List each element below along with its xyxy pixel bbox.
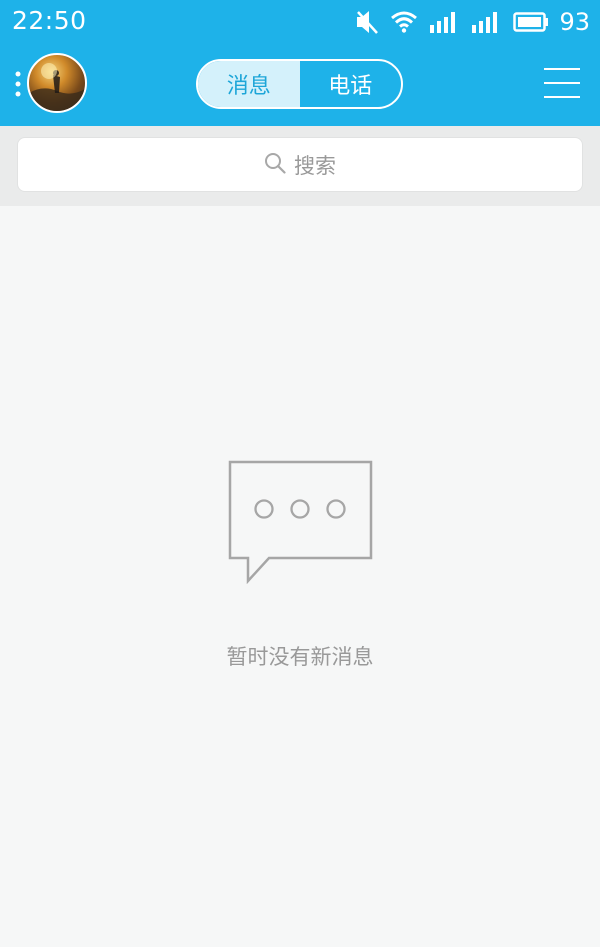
avatar[interactable] bbox=[27, 53, 87, 113]
signal-icon bbox=[429, 11, 459, 33]
chat-bubble-icon bbox=[227, 460, 374, 585]
tab-switcher: 消息 电话 bbox=[196, 59, 403, 109]
empty-state-message: 暂时没有新消息 bbox=[226, 645, 374, 669]
search-placeholder: 搜索 bbox=[294, 153, 336, 178]
title-bar: 消息 电话 bbox=[0, 44, 600, 126]
wifi-icon bbox=[391, 11, 418, 33]
status-time: 22:50 bbox=[12, 6, 87, 35]
tab-calls[interactable]: 电话 bbox=[300, 61, 402, 107]
search-input[interactable]: 搜索 bbox=[17, 137, 583, 192]
more-dots-icon[interactable] bbox=[15, 71, 21, 99]
battery-icon bbox=[513, 12, 549, 32]
mute-icon bbox=[355, 9, 379, 35]
status-icons: 93 bbox=[355, 8, 590, 36]
status-bar: 22:50 93 bbox=[0, 0, 600, 44]
search-icon bbox=[264, 152, 286, 178]
battery-level: 93 bbox=[559, 8, 590, 36]
signal-icon bbox=[471, 11, 501, 33]
tab-messages[interactable]: 消息 bbox=[198, 61, 300, 107]
hamburger-menu-icon[interactable] bbox=[544, 66, 580, 100]
search-area: 搜索 bbox=[0, 126, 600, 206]
